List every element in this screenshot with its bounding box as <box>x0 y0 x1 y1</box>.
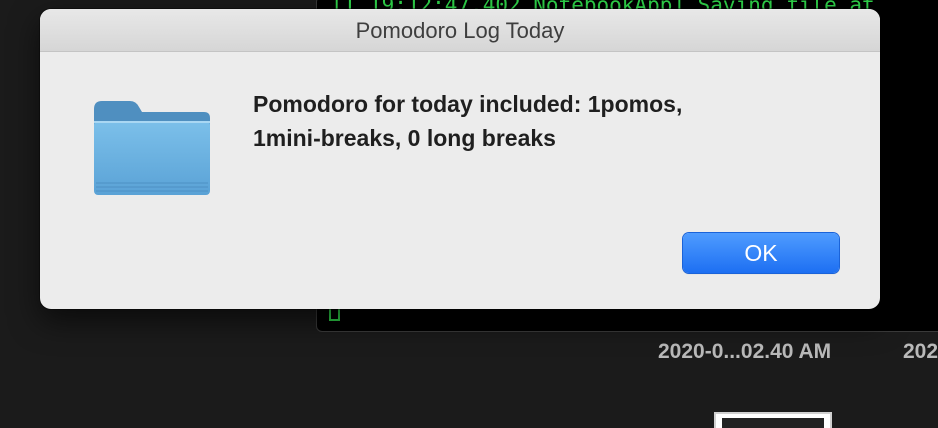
message-line: 1mini-breaks, 0 long breaks <box>253 125 556 151</box>
desktop-file-label[interactable]: 2020-0...02.40 AM <box>658 340 831 364</box>
dialog-message: Pomodoro for today included: 1pomos, 1mi… <box>253 87 813 155</box>
ok-button[interactable]: OK <box>683 233 839 273</box>
dialog-titlebar[interactable]: Pomodoro Log Today <box>40 9 880 52</box>
desktop: [I 19:12:47.402 NotebookApp] Saving file… <box>0 0 938 428</box>
desktop-file-label[interactable]: 2020 <box>903 340 938 364</box>
folder-icon <box>92 99 212 199</box>
alert-dialog: Pomodoro Log Today Pomodoro for today in… <box>40 9 880 309</box>
dialog-title: Pomodoro Log Today <box>355 18 565 43</box>
desktop-file-thumbnail[interactable] <box>714 412 832 428</box>
message-line: Pomodoro for today included: 1pomos, <box>253 91 683 117</box>
